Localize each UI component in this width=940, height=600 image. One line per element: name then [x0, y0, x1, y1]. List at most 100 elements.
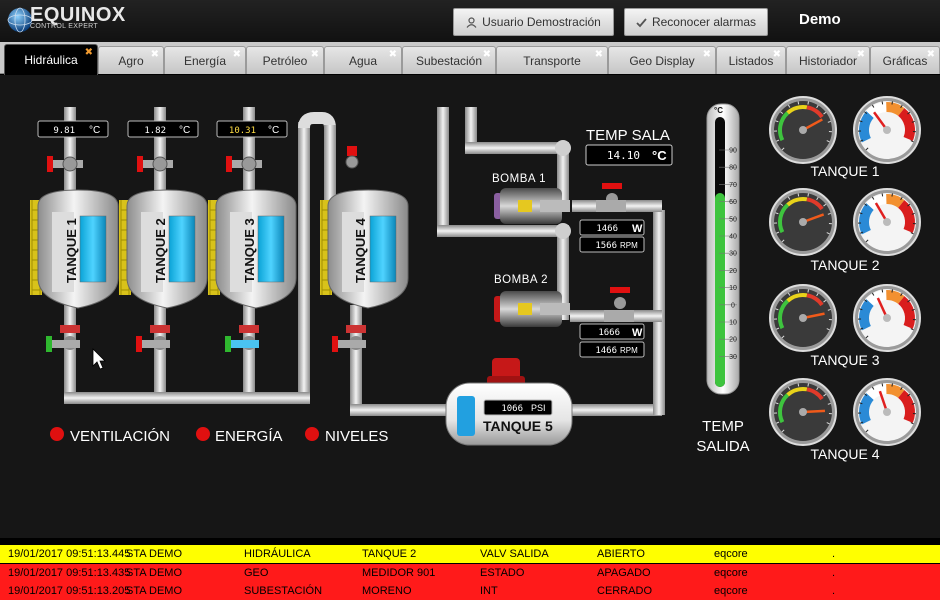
tank-name-label: TANQUE 1 — [64, 218, 79, 283]
alarm-row[interactable]: 19/01/2017 09:51:13.435 STA DEMO GEO MED… — [0, 564, 940, 582]
thermometer-tick-label: 90 — [729, 148, 737, 155]
app-header: EQUINOX CONTROL EXPERT Usuario Demostrac… — [0, 0, 940, 42]
close-icon[interactable]: ✖ — [483, 49, 491, 60]
alarm-state: CERRADO — [597, 585, 653, 597]
tank-5-name: TANQUE 5 — [483, 418, 553, 434]
tab-label: Agro — [118, 53, 144, 68]
outlet-valve[interactable] — [332, 325, 366, 352]
tab-label: Energía — [183, 53, 227, 68]
alarm-state: ABIERTO — [597, 548, 645, 560]
outlet-valve[interactable] — [225, 325, 259, 352]
tank-name-label: TANQUE 2 — [153, 218, 168, 283]
thermometer-tick-label: 20 — [729, 268, 737, 275]
tank-name-label: TANQUE 3 — [242, 218, 257, 283]
indicator-label: NIVELES — [325, 428, 388, 445]
tab-geo-display[interactable]: Geo Display ✖ — [608, 46, 716, 74]
pump-rpm-value: 1566 — [595, 241, 617, 251]
dark-gauge-icon — [769, 96, 837, 164]
alarm-extra: . — [832, 585, 836, 597]
thermometer-tick-label: 80 — [729, 165, 737, 172]
scada-canvas: TANQUE 1 TANQUE 2 TANQUE 3 TANQUE 4 9.81… — [0, 75, 940, 538]
dark-gauge-icon — [769, 284, 837, 352]
close-icon[interactable]: ✖ — [703, 49, 711, 60]
tab-label: Transporte — [523, 53, 581, 68]
thermometer-tick-label: 50 — [729, 216, 737, 223]
tank-name-label: TANQUE 4 — [353, 217, 368, 283]
tab-label: Hidráulica — [24, 53, 78, 67]
tab-label: Historiador — [798, 53, 858, 68]
inlet-valve[interactable] — [345, 146, 359, 169]
outlet-valve[interactable] — [136, 325, 170, 352]
alarm-list: 19/01/2017 09:51:13.445 STA DEMO HIDRÁUL… — [0, 544, 940, 600]
alarm-state: APAGADO — [597, 567, 651, 579]
pump-2-valve[interactable] — [604, 287, 634, 322]
alarm-row[interactable]: 19/01/2017 09:51:13.205 STA DEMO SUBESTA… — [0, 582, 940, 600]
tab-agro[interactable]: Agro ✖ — [98, 46, 164, 74]
gauge-group-label: TANQUE 1 — [811, 163, 880, 179]
pump-power-value: 1466 — [596, 224, 618, 234]
alarm-device: MEDIDOR 901 — [362, 567, 436, 579]
alarm-row[interactable]: 19/01/2017 09:51:13.445 STA DEMO HIDRÁUL… — [0, 545, 940, 563]
dark-gauge-icon — [769, 378, 837, 446]
outlet-valve[interactable] — [46, 325, 80, 352]
tank-5-pressure-unit: PSI — [531, 403, 546, 413]
close-icon[interactable]: ✖ — [389, 49, 397, 60]
pump-power-unit: W — [632, 327, 643, 339]
close-icon[interactable]: ✖ — [233, 49, 241, 60]
close-icon[interactable]: ✖ — [85, 47, 93, 58]
close-icon[interactable]: ✖ — [311, 49, 319, 60]
acknowledge-alarms-button[interactable]: Reconocer alarmas — [624, 8, 768, 36]
temp-unit: °C — [268, 125, 279, 136]
gauge-group-label: TANQUE 4 — [811, 446, 880, 462]
pump-1-valve[interactable] — [596, 183, 626, 212]
user-icon — [466, 16, 477, 28]
close-icon[interactable]: ✖ — [927, 49, 935, 60]
thermometer-label-line1: TEMP — [702, 418, 744, 435]
alarm-user: eqcore — [714, 585, 748, 597]
user-button-label: Usuario Demostración — [482, 15, 601, 29]
thermometer-tick-label: 20 — [729, 337, 737, 344]
white-gauge-icon — [853, 378, 921, 446]
alarm-time: 19/01/2017 09:51:13.435 — [8, 567, 131, 579]
close-icon[interactable]: ✖ — [773, 49, 781, 60]
alarm-device: TANQUE 2 — [362, 548, 417, 560]
temp-unit: °C — [89, 125, 100, 136]
alarm-system: SUBESTACIÓN — [244, 585, 323, 597]
brand-subtitle: CONTROL EXPERT — [30, 23, 98, 30]
tab-transporte[interactable]: Transporte ✖ — [496, 46, 608, 74]
pump-power-unit: W — [632, 223, 643, 235]
temp-sala-label: TEMP SALA — [586, 127, 670, 144]
alarm-system: GEO — [244, 567, 269, 579]
indicator-label: VENTILACIÓN — [70, 428, 170, 445]
white-gauge-icon — [853, 284, 921, 352]
tab-listados[interactable]: Listados ✖ — [716, 46, 786, 74]
tab-agua[interactable]: Agua ✖ — [324, 46, 402, 74]
gauge-group-label: TANQUE 2 — [811, 257, 880, 273]
tab-hidraulica[interactable]: Hidráulica ✖ — [4, 44, 98, 75]
alarm-site: STA DEMO — [126, 567, 183, 579]
indicator-label: ENERGÍA — [215, 428, 283, 445]
pump-power-value: 1666 — [598, 328, 620, 338]
pump-rpm-unit: RPM — [620, 241, 638, 250]
thermometer-tick-label: 70 — [729, 182, 737, 189]
alarm-signal: VALV SALIDA — [480, 548, 549, 560]
thermometer-tick-label: 0 — [731, 302, 735, 309]
gauge-group-label: TANQUE 3 — [811, 352, 880, 368]
user-button[interactable]: Usuario Demostración — [453, 8, 614, 36]
tab-subestacion[interactable]: Subestación ✖ — [402, 46, 496, 74]
pump-1[interactable] — [494, 188, 570, 224]
close-icon[interactable]: ✖ — [151, 49, 159, 60]
tab-label: Subestación — [415, 53, 483, 68]
pump-2[interactable] — [494, 291, 570, 327]
thermometer-tick-label: 10 — [729, 285, 737, 292]
tab-label: Geo Display — [629, 53, 695, 68]
close-icon[interactable]: ✖ — [857, 49, 865, 60]
tab-petroleo[interactable]: Petróleo ✖ — [246, 46, 324, 74]
tab-historiador[interactable]: Historiador ✖ — [786, 46, 870, 74]
alarm-signal: ESTADO — [480, 567, 525, 579]
niveles-indicator-icon — [305, 427, 319, 441]
tab-graficas[interactable]: Gráficas ✖ — [870, 46, 940, 74]
white-gauge-icon — [853, 188, 921, 256]
tab-energia[interactable]: Energía ✖ — [164, 46, 246, 74]
close-icon[interactable]: ✖ — [595, 49, 603, 60]
